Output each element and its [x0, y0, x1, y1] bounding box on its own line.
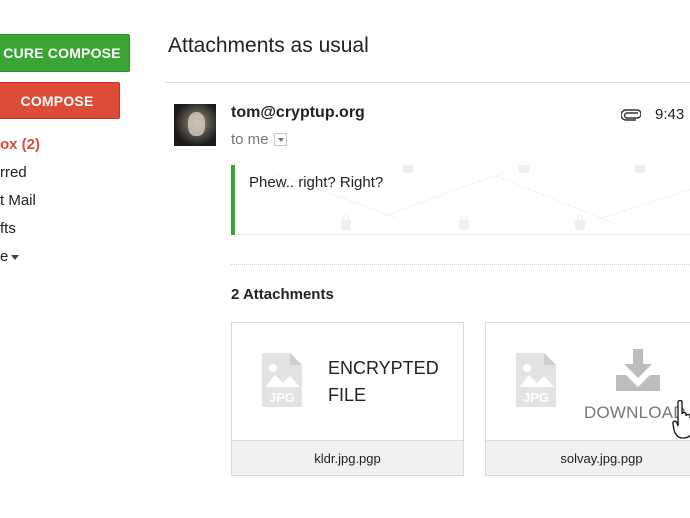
recipient-line: to me	[231, 131, 287, 148]
jpg-file-icon: JPG	[516, 353, 556, 407]
sidebar-item-label: fts	[0, 220, 16, 237]
lock-watermark-icon	[575, 215, 585, 230]
lock-watermark-icon	[519, 165, 529, 173]
attachments-divider	[231, 264, 690, 265]
sidebar-item-drafts[interactable]: fts	[0, 218, 16, 240]
sidebar-item-starred[interactable]: rred	[0, 162, 27, 184]
show-details-icon[interactable]	[273, 133, 287, 146]
attachment-card-kldr[interactable]: JPG ENCRYPTED FILE kldr.jpg.pgp	[231, 322, 464, 476]
lock-watermark-icon	[341, 215, 351, 230]
attachment-card-solvay[interactable]: JPG DOWNLOAD solvay.jpg.pgp	[485, 322, 690, 476]
compose-button[interactable]: COMPOSE	[0, 82, 120, 119]
sidebar-item-label: e	[0, 248, 9, 265]
message-text: Phew.. right? Right?	[249, 174, 384, 191]
compose-label: COMPOSE	[20, 92, 94, 109]
message-body: Phew.. right? Right?	[231, 165, 690, 235]
recipient-label: to me	[231, 131, 269, 148]
sender-avatar[interactable]	[174, 104, 216, 146]
body-divider	[235, 234, 690, 235]
paperclip-icon	[621, 109, 641, 121]
encrypted-file-label: ENCRYPTED FILE	[328, 358, 439, 405]
attachment-filename: solvay.jpg.pgp	[560, 450, 643, 466]
attachment-filename: kldr.jpg.pgp	[314, 450, 381, 466]
sidebar-item-label: ox (2)	[0, 136, 41, 153]
sidebar-item-label: rred	[0, 164, 27, 181]
hand-cursor-icon	[672, 400, 690, 439]
download-icon[interactable]	[614, 349, 662, 393]
sender-email[interactable]: tom@cryptup.org	[231, 104, 365, 122]
sidebar-item-more[interactable]: e	[0, 246, 20, 268]
secure-compose-label: CURE COMPOSE	[3, 45, 121, 61]
jpg-file-icon: JPG	[262, 353, 302, 407]
message-time: 9:43	[655, 106, 685, 123]
lock-watermark-icon	[635, 165, 645, 173]
thread-subject: Attachments as usual	[168, 34, 369, 57]
sidebar-item-inbox[interactable]: ox (2)	[0, 134, 40, 156]
attachments-count: 2 Attachments	[231, 286, 334, 303]
svg-text:JPG: JPG	[269, 390, 295, 405]
secure-compose-button[interactable]: CURE COMPOSE	[0, 34, 130, 72]
avatar-face	[188, 112, 205, 136]
attachment-filename-bar: kldr.jpg.pgp	[232, 440, 463, 475]
header-divider	[165, 82, 690, 83]
lock-watermark-icon	[459, 215, 469, 230]
caret-down-icon	[11, 254, 20, 260]
sidebar-item-label: t Mail	[0, 192, 36, 209]
lock-watermark-icon	[403, 165, 413, 173]
sidebar-item-sent-mail[interactable]: t Mail	[0, 190, 36, 212]
attachment-filename-bar: solvay.jpg.pgp	[486, 440, 690, 475]
download-label[interactable]: DOWNLOAD	[584, 403, 686, 423]
svg-text:JPG: JPG	[523, 390, 549, 405]
